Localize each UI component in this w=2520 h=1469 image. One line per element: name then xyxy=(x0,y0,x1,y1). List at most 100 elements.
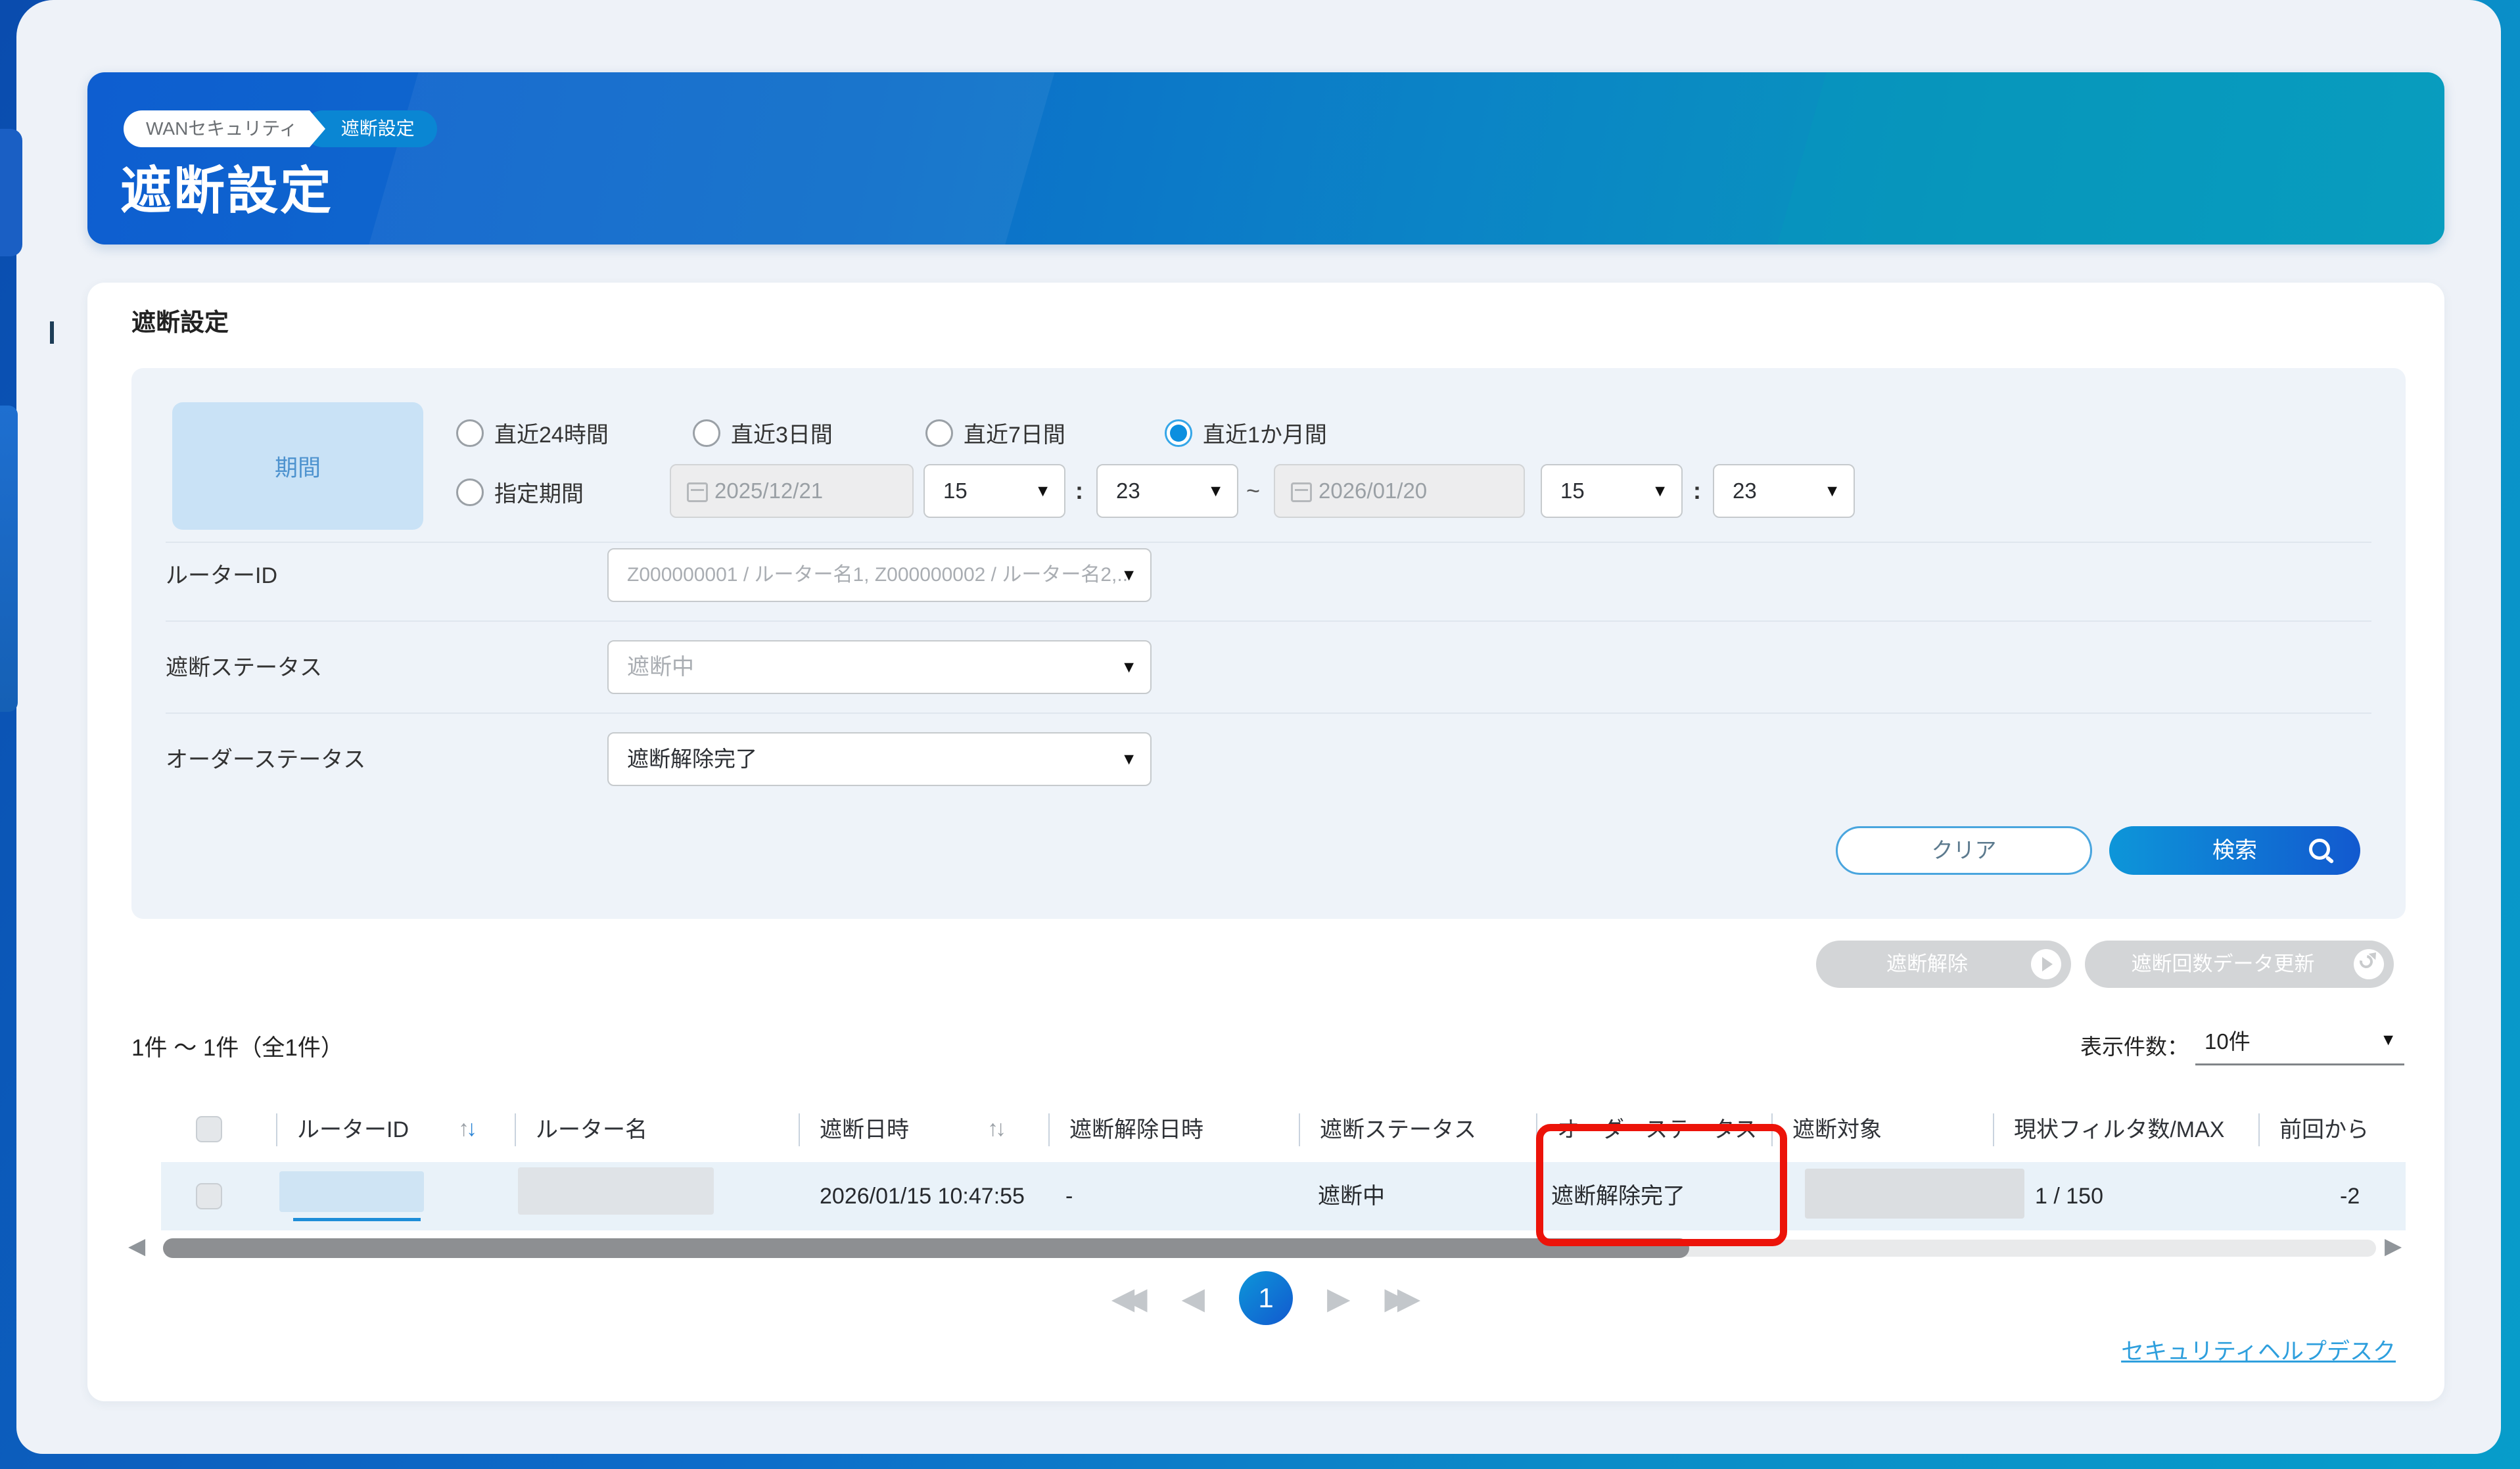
drawer-tab-2[interactable] xyxy=(0,406,18,712)
block-status-value: 遮断中 xyxy=(627,655,694,680)
content-card: 遮断設定 期間 直近24時間 直近3日間 直近7日間 直近1か月間 指定期間 xyxy=(87,283,2444,1401)
scroll-left-icon[interactable]: ◀ xyxy=(128,1233,145,1259)
minute-from-select[interactable]: 23 ▼ xyxy=(1096,464,1238,518)
current-page-button[interactable]: 1 xyxy=(1239,1271,1293,1325)
router-id-select[interactable]: Z000000001 / ルーター名1, Z000000002 / ルーター名2… xyxy=(607,548,1152,602)
radio-last-7d[interactable]: 直近7日間 xyxy=(925,417,1065,449)
column-header-block-status[interactable]: 遮断ステータス xyxy=(1299,1113,1476,1146)
date-to-field[interactable]: 2026/01/20 xyxy=(1274,464,1525,518)
horizontal-scrollbar-thumb[interactable] xyxy=(163,1238,1689,1258)
update-block-count-button-disabled[interactable]: 遮断回数データ更新 xyxy=(2085,941,2394,988)
order-status-value: 遮断解除完了 xyxy=(627,747,757,771)
column-header-block-target[interactable]: 遮断対象 xyxy=(1771,1113,1882,1146)
row-divider xyxy=(166,620,2371,622)
update-button-label: 遮断回数データ更新 xyxy=(2132,952,2315,975)
page-size-label: 表示件数： xyxy=(2080,1029,2189,1061)
sort-icons-block-datetime[interactable]: ↑↓ xyxy=(987,1116,1003,1142)
date-to-value: 2026/01/20 xyxy=(1318,478,1427,503)
period-label: 期間 xyxy=(172,402,423,530)
chevron-down-icon: ▼ xyxy=(1824,465,1840,517)
date-from-field[interactable]: 2025/12/21 xyxy=(670,464,914,518)
radio-icon xyxy=(693,419,720,447)
drawer-tab[interactable] xyxy=(0,129,22,256)
chevron-down-icon: ▼ xyxy=(1652,465,1668,517)
link-underline xyxy=(293,1218,421,1221)
radio-custom-period[interactable]: 指定期間 xyxy=(456,476,584,508)
scroll-right-icon[interactable]: ▶ xyxy=(2385,1233,2402,1259)
chevron-down-icon: ▼ xyxy=(1121,549,1137,601)
block-target-redacted xyxy=(1805,1169,2024,1219)
header-decor-band-2 xyxy=(1742,72,2444,245)
search-button[interactable]: 検索 xyxy=(2109,826,2360,875)
table-row[interactable]: 2026/01/15 10:47:55 - 遮断中 遮断解除完了 1 / 150… xyxy=(161,1162,2406,1230)
hour-to-value: 15 xyxy=(1560,478,1585,503)
chevron-down-icon: ▼ xyxy=(1035,465,1051,517)
router-id-placeholder: Z000000001 / ルーター名1, Z000000002 / ルーター名2… xyxy=(627,564,1128,586)
chevron-down-icon: ▼ xyxy=(1121,734,1137,785)
time-colon: : xyxy=(1075,464,1083,518)
order-status-select[interactable]: 遮断解除完了 ▼ xyxy=(607,732,1152,786)
breadcrumb-label: 遮断設定 xyxy=(341,118,415,139)
radio-last-24h[interactable]: 直近24時間 xyxy=(456,417,609,449)
breadcrumb: 遮断設定 WANセキュリティ xyxy=(124,110,437,147)
radio-icon xyxy=(456,478,484,506)
app-background: 遮断設定 WANセキュリティ 遮断設定 遮断設定 期間 直近24時間 直近3日間… xyxy=(0,0,2520,1469)
next-page-icon[interactable]: ▶ xyxy=(1327,1283,1350,1313)
block-status-select[interactable]: 遮断中 ▼ xyxy=(607,640,1152,694)
page-size-select[interactable]: 10件 ▼ xyxy=(2195,1024,2404,1065)
router-name-redacted xyxy=(518,1167,714,1215)
hour-from-value: 15 xyxy=(943,478,968,503)
radio-label: 直近1か月間 xyxy=(1203,417,1327,449)
minute-to-select[interactable]: 23 ▼ xyxy=(1713,464,1855,518)
radio-label: 指定期間 xyxy=(494,476,584,508)
sort-icons-router-id[interactable]: ↑↓ xyxy=(458,1116,474,1142)
radio-icon xyxy=(925,419,953,447)
chevron-down-icon: ▼ xyxy=(1121,641,1137,693)
radio-last-1mo[interactable]: 直近1か月間 xyxy=(1165,417,1327,449)
last-page-icon[interactable]: ▶▶ xyxy=(1384,1283,1420,1313)
annotation-highlight-order-status xyxy=(1536,1124,1787,1246)
table-header-row: ルーターID ↑↓ ルーター名 遮断日時 ↑↓ 遮断解除日時 遮断ステータス オ… xyxy=(161,1111,2406,1149)
section-title: 遮断設定 xyxy=(131,302,229,338)
column-header-filter-count[interactable]: 現状フィルタ数/MAX xyxy=(1993,1113,2224,1146)
row-divider xyxy=(166,712,2371,714)
breadcrumb-item-wan-security[interactable]: WANセキュリティ xyxy=(124,110,310,147)
result-count: 1件 ～ 1件（全1件） xyxy=(131,1029,344,1063)
search-button-label: 検索 xyxy=(2212,838,2257,863)
router-id-link-redacted[interactable] xyxy=(279,1171,424,1212)
column-header-since-last[interactable]: 前回から xyxy=(2258,1113,2369,1146)
column-header-router-id[interactable]: ルーターID xyxy=(276,1113,409,1146)
header-decor-band xyxy=(354,72,1069,245)
range-tilde: ~ xyxy=(1246,464,1260,518)
filter-panel: 期間 直近24時間 直近3日間 直近7日間 直近1か月間 指定期間 xyxy=(131,368,2406,919)
sort-down-icon: ↓ xyxy=(466,1116,474,1141)
hour-to-select[interactable]: 15 ▼ xyxy=(1541,464,1683,518)
column-header-unblock-datetime[interactable]: 遮断解除日時 xyxy=(1048,1113,1203,1146)
radio-label: 直近3日間 xyxy=(731,417,833,449)
router-id-label: ルーターID xyxy=(166,548,277,603)
play-icon xyxy=(2031,949,2061,979)
unblock-button-disabled[interactable]: 遮断解除 xyxy=(1816,941,2071,988)
sort-down-icon: ↓ xyxy=(995,1116,1003,1141)
radio-icon xyxy=(456,419,484,447)
page-header: 遮断設定 WANセキュリティ 遮断設定 xyxy=(87,72,2444,245)
prev-page-icon[interactable]: ◀ xyxy=(1182,1283,1205,1313)
first-page-icon[interactable]: ◀◀ xyxy=(1111,1283,1148,1313)
security-helpdesk-link[interactable]: セキュリティヘルプデスク xyxy=(2121,1333,2396,1366)
page-title: 遮断設定 xyxy=(120,150,333,223)
column-header-router-name[interactable]: ルーター名 xyxy=(515,1113,647,1146)
search-icon xyxy=(2309,839,2330,860)
select-all-checkbox[interactable] xyxy=(196,1116,222,1142)
order-status-label: オーダーステータス xyxy=(166,732,365,787)
cursor-artifact xyxy=(50,321,54,344)
column-header-block-datetime[interactable]: 遮断日時 xyxy=(799,1113,909,1146)
chevron-down-icon: ▼ xyxy=(2380,1031,2396,1050)
page-size-control: 表示件数： 10件 ▼ xyxy=(2080,1024,2404,1065)
radio-icon-selected xyxy=(1165,419,1192,447)
cell-block-datetime: 2026/01/15 10:47:55 xyxy=(820,1162,1025,1230)
hour-from-select[interactable]: 15 ▼ xyxy=(923,464,1065,518)
row-checkbox[interactable] xyxy=(196,1183,222,1209)
radio-last-3d[interactable]: 直近3日間 xyxy=(693,417,833,449)
minute-to-value: 23 xyxy=(1733,478,1757,503)
clear-button[interactable]: クリア xyxy=(1836,826,2092,875)
